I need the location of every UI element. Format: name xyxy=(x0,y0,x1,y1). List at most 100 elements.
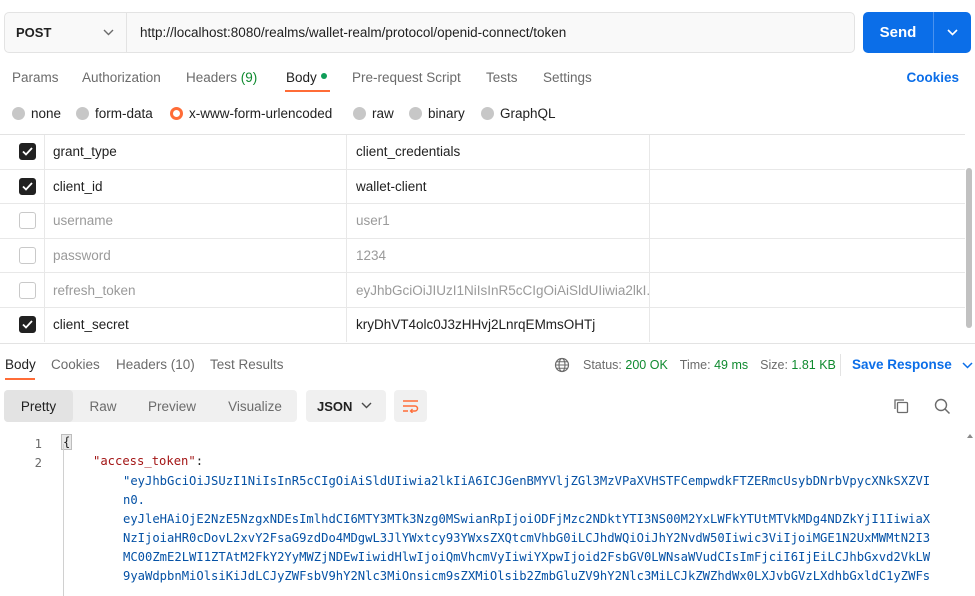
params-scrollbar[interactable] xyxy=(966,168,972,328)
param-key[interactable]: client_id xyxy=(44,169,347,204)
row-checkbox[interactable] xyxy=(18,143,36,161)
status-label: Status: xyxy=(583,358,622,372)
tab-tests[interactable]: Tests xyxy=(486,70,518,85)
body-type-radios: none form-data x-www-form-urlencoded raw… xyxy=(0,106,975,126)
size-value[interactable]: 1.81 KB xyxy=(791,358,835,372)
json-string-line: eyJleHAiOjE2NzE5NzgxNDEsImlhdCI6MTY3MTk3… xyxy=(123,512,931,526)
request-tabs: Params Authorization Headers (9) Body Pr… xyxy=(0,66,975,92)
request-url-bar: POST http://localhost:8080/realms/wallet… xyxy=(4,12,855,53)
active-dot-icon xyxy=(320,73,327,80)
method-select[interactable]: POST xyxy=(5,13,127,52)
row-checkbox[interactable] xyxy=(18,212,36,230)
param-value[interactable]: eyJhbGciOiJIUzI1NiIsInR5cCIgOiAiSldUIiwi… xyxy=(347,273,650,307)
time-value[interactable]: 49 ms xyxy=(714,358,748,372)
param-value[interactable]: wallet-client xyxy=(347,169,650,204)
line-number: 2 xyxy=(34,456,42,470)
wrap-lines-button[interactable] xyxy=(394,390,427,422)
check-icon xyxy=(21,320,33,330)
save-response-button[interactable]: Save Response xyxy=(852,357,973,372)
cookies-link[interactable]: Cookies xyxy=(906,70,959,85)
radio-raw[interactable]: raw xyxy=(353,106,394,121)
globe-icon[interactable] xyxy=(554,357,570,373)
chevron-down-icon xyxy=(947,29,958,36)
param-key[interactable]: refresh_token xyxy=(44,273,347,307)
send-button-group: Send xyxy=(863,12,971,53)
radio-circle xyxy=(481,107,494,120)
row-checkbox[interactable] xyxy=(18,177,36,195)
tab-settings[interactable]: Settings xyxy=(543,70,592,85)
tab-headers[interactable]: Headers (9) xyxy=(186,70,257,85)
headers-count: (9) xyxy=(240,70,258,85)
active-tab-indicator xyxy=(5,378,35,380)
json-string-line: NzIjoiaHR0cDovL2xvY2FsaG9zdDo4MDgwL3JlYW… xyxy=(123,531,931,545)
row-checkbox[interactable] xyxy=(18,316,36,334)
radio-none-label: none xyxy=(31,106,62,121)
table-row: client_secret kryDhVT4olc0J3zHHvj2LnrqEM… xyxy=(0,308,965,342)
send-options-button[interactable] xyxy=(934,12,971,53)
param-value[interactable]: 1234 xyxy=(347,238,650,273)
send-button[interactable]: Send xyxy=(863,12,934,53)
row-checkbox[interactable] xyxy=(18,281,36,299)
check-icon xyxy=(21,147,33,157)
response-body-editor[interactable]: 1 2 { "access_token": "eyJhbGciOiJSUzI1N… xyxy=(0,432,975,596)
search-button[interactable] xyxy=(932,396,952,416)
copy-icon xyxy=(894,399,909,414)
json-key-text: "access_token" xyxy=(93,454,196,468)
row-checkbox[interactable] xyxy=(18,247,36,265)
json-string-line: 9yaWdpbnMiOlsiKiJdLCJyZWFsbV9hY2Nlc3MiOn… xyxy=(123,569,931,583)
format-select[interactable]: JSON xyxy=(306,390,386,422)
editor-scrollbar[interactable] xyxy=(966,432,973,596)
divider xyxy=(840,354,841,376)
param-key[interactable]: password xyxy=(44,238,347,273)
radio-raw-label: raw xyxy=(372,106,394,121)
json-string-line: MC00ZmE2LWI1ZTAtM2FkY2YyMWZjNDEwIiwidHlw… xyxy=(123,550,931,564)
status-value[interactable]: 200 OK xyxy=(625,358,667,372)
copy-button[interactable] xyxy=(891,396,911,416)
table-row: grant_type client_credentials xyxy=(0,135,965,170)
check-icon xyxy=(21,182,33,191)
tab-body-label: Body xyxy=(286,70,317,85)
radio-urlencoded-label: x-www-form-urlencoded xyxy=(189,106,333,121)
size-label: Size: xyxy=(760,358,788,372)
view-mode-tabs: Pretty Raw Preview Visualize xyxy=(4,390,297,422)
tab-raw[interactable]: Raw xyxy=(76,390,130,422)
tab-response-cookies[interactable]: Cookies xyxy=(51,357,100,372)
tab-params[interactable]: Params xyxy=(12,70,59,85)
pane-divider[interactable] xyxy=(0,343,975,344)
table-row: username user1 xyxy=(0,204,965,239)
radio-form-data-label: form-data xyxy=(95,106,153,121)
url-input[interactable]: http://localhost:8080/realms/wallet-real… xyxy=(127,25,566,40)
json-string-line: n0. xyxy=(123,493,146,507)
wrap-lines-icon xyxy=(403,400,419,413)
param-value[interactable]: kryDhVT4olc0J3zHHvj2LnrqEMmsOHTj xyxy=(347,308,650,342)
table-row: refresh_token eyJhbGciOiJIUzI1NiIsInR5cC… xyxy=(0,273,965,308)
tab-body[interactable]: Body xyxy=(286,70,327,85)
tab-preview[interactable]: Preview xyxy=(136,390,208,422)
line-number: 1 xyxy=(34,437,42,451)
search-icon xyxy=(934,398,950,414)
param-key[interactable]: client_secret xyxy=(44,308,347,342)
param-key[interactable]: grant_type xyxy=(44,135,347,169)
radio-form-data[interactable]: form-data xyxy=(76,106,153,121)
tab-response-body[interactable]: Body xyxy=(5,357,36,372)
tab-authorization[interactable]: Authorization xyxy=(82,70,161,85)
tab-response-headers[interactable]: Headers (10) xyxy=(116,357,195,372)
tab-pre-request-script[interactable]: Pre-request Script xyxy=(352,70,461,85)
param-value[interactable]: user1 xyxy=(347,204,650,238)
radio-graphql-label: GraphQL xyxy=(500,106,556,121)
tab-test-results[interactable]: Test Results xyxy=(210,357,284,372)
format-label: JSON xyxy=(317,398,353,414)
radio-circle-selected xyxy=(170,107,183,120)
tab-pretty[interactable]: Pretty xyxy=(4,390,73,422)
radio-none[interactable]: none xyxy=(12,106,61,121)
chevron-down-icon xyxy=(361,400,372,412)
param-key[interactable]: username xyxy=(44,204,347,238)
radio-binary[interactable]: binary xyxy=(409,106,465,121)
response-status: Status: 200 OK Time: 49 ms Size: 1.81 KB xyxy=(554,357,836,373)
tab-headers-label: Headers xyxy=(186,70,238,85)
save-response-label: Save Response xyxy=(852,357,952,372)
param-value[interactable]: client_credentials xyxy=(347,135,650,169)
tab-visualize[interactable]: Visualize xyxy=(215,390,295,422)
radio-graphql[interactable]: GraphQL xyxy=(481,106,556,121)
radio-urlencoded[interactable]: x-www-form-urlencoded xyxy=(170,106,332,121)
